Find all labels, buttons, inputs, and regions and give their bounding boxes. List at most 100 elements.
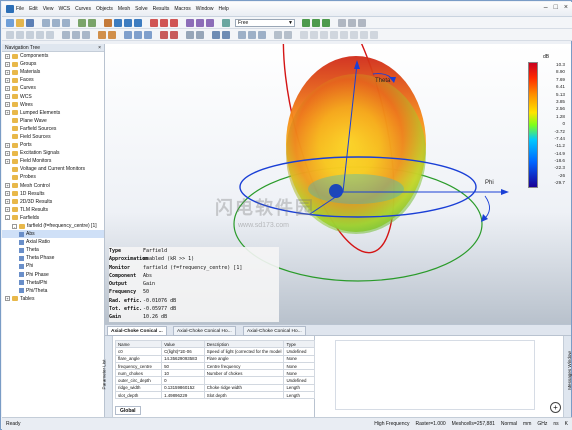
results-icon[interactable] [348,19,356,27]
tab-axial-choke-3[interactable]: Axial-Choke Conical Ho... [243,326,306,336]
menu-solve[interactable]: Solve [135,6,148,12]
port-icon[interactable] [124,31,132,39]
menu-window[interactable]: Window [196,6,214,12]
tree-item[interactable]: Theta/Phi [2,279,104,287]
zoom-in-icon[interactable]: + [550,402,561,413]
tree-item[interactable]: + Materials [2,68,104,76]
view-side-icon[interactable] [258,31,266,39]
toolbar-extra-4-icon[interactable] [330,31,338,39]
tree-item[interactable]: Phi Phase [2,271,104,279]
table-cell[interactable]: flare_angle [114,354,163,363]
cutplane-icon[interactable] [274,31,282,39]
table-row[interactable]: frequency_centre 50 Centre frequency None [114,361,315,371]
view-front-icon[interactable] [238,31,246,39]
col-type-header[interactable]: Type [283,339,315,349]
expand-icon[interactable]: + [5,158,10,164]
collapse-icon[interactable]: - [5,215,10,221]
shape-sphere-icon[interactable] [16,31,24,39]
table-cell[interactable]: Undefined [283,347,315,356]
boundary-icon[interactable] [160,31,168,39]
tree-item[interactable]: Voltage and Current Monitors [2,165,104,173]
menu-file[interactable]: File [16,6,24,12]
table-cell[interactable]: frequency_centre [114,361,163,371]
mesh-view-icon[interactable] [338,19,346,27]
menu-macros[interactable]: Macros [174,6,190,12]
tree-item[interactable]: Field Sources [2,133,104,141]
cut-icon[interactable] [42,19,50,27]
expand-icon[interactable]: + [5,142,10,148]
table-cell[interactable]: ridge_width [114,383,163,393]
table-cell[interactable]: slot_depth [114,391,163,400]
toolbar-extra-3-icon[interactable] [320,31,328,39]
par-sweep-icon[interactable] [322,19,330,27]
rotate-icon[interactable] [72,31,80,39]
table-cell[interactable]: 50 [161,361,205,371]
menu-edit[interactable]: Edit [29,6,38,12]
zoom-icon[interactable] [124,19,132,27]
transform-icon[interactable] [196,19,204,27]
bend-icon[interactable] [98,31,106,39]
table-cell[interactable]: None [283,361,315,371]
tree-item[interactable]: Plane Wave [2,117,104,125]
expand-icon[interactable]: + [5,69,10,75]
tree-item[interactable]: + Tables [2,295,104,303]
close-icon[interactable]: × [564,4,568,11]
tree-item[interactable]: Theta Phase [2,254,104,262]
toolbar-extra-7-icon[interactable] [360,31,368,39]
expand-icon[interactable]: + [5,199,10,205]
menu-mesh[interactable]: Mesh [118,6,130,12]
tree-item[interactable]: + Lumped Elements [2,109,104,117]
frequency-icon[interactable] [212,31,220,39]
optimizer-icon[interactable] [312,19,320,27]
menu-curves[interactable]: Curves [75,6,91,12]
table-row[interactable]: outer_circ_depth 0 Undefined [114,376,315,385]
plot-icon[interactable] [358,19,366,27]
menu-view[interactable]: View [43,6,54,12]
tree-item[interactable]: + Wires [2,101,104,109]
3d-viewport[interactable]: Theta Phi 闪电软件园 www.sd173.com dB 10.3 8.9… [105,44,571,324]
monitor-icon[interactable] [134,31,142,39]
toolbar-extra-2-icon[interactable] [310,31,318,39]
toolbar-extra-5-icon[interactable] [340,31,348,39]
expand-icon[interactable]: + [5,296,10,302]
tree-item[interactable]: Farfield Sources [2,125,104,133]
tab-axial-choke-2[interactable]: Axial-Choke Conical Ho... [173,326,236,336]
menu-help[interactable]: Help [219,6,229,12]
menu-objects[interactable]: Objects [96,6,113,12]
table-cell[interactable]: 14.35629093583 [161,354,205,363]
zoom-fit-icon[interactable] [134,19,142,27]
save-icon[interactable] [26,19,34,27]
table-cell[interactable]: outer_circ_depth [114,376,163,385]
tree-item[interactable]: + Curves [2,84,104,92]
tree-item[interactable]: Theta [2,246,104,254]
extrude-icon[interactable] [62,31,70,39]
boolean-icon[interactable] [206,19,214,27]
units-icon[interactable] [196,31,204,39]
collapse-icon[interactable]: - [12,223,17,229]
toolbar-extra-8-icon[interactable] [370,31,378,39]
table-row[interactable]: flare_angle 14.35629093583 Flare angle None [114,354,315,363]
table-cell[interactable]: Length [283,391,315,400]
symmetry-icon[interactable] [170,31,178,39]
view-top-icon[interactable] [248,31,256,39]
table-cell[interactable]: 0 [161,376,205,385]
table-cell[interactable]: num_chokes [114,369,163,378]
table-cell[interactable]: Flare angle [203,354,285,363]
parameter-list-side-tab[interactable]: Parameter List [101,336,113,417]
menu-results[interactable]: Results [153,6,170,12]
paste-icon[interactable] [62,19,70,27]
copy-icon[interactable] [52,19,60,27]
toolbar-extra-6-icon[interactable] [350,31,358,39]
shape-brick-icon[interactable] [6,31,14,39]
col-name-header[interactable]: Name [114,339,163,349]
table-cell[interactable]: c0 [114,347,163,356]
tree-item[interactable]: - Farfields [2,214,104,222]
table-row[interactable]: num_chokes 10 Number of chokes None [114,369,315,378]
pan-icon[interactable] [114,19,122,27]
tree-item[interactable]: Axial Ratio [2,238,104,246]
shape-icon[interactable] [186,19,194,27]
table-cell[interactable]: None [283,369,315,378]
table-cell[interactable]: 1.49896229 [161,391,205,400]
menu-wcs[interactable]: WCS [58,6,70,12]
table-cell[interactable]: 10 [161,369,205,378]
